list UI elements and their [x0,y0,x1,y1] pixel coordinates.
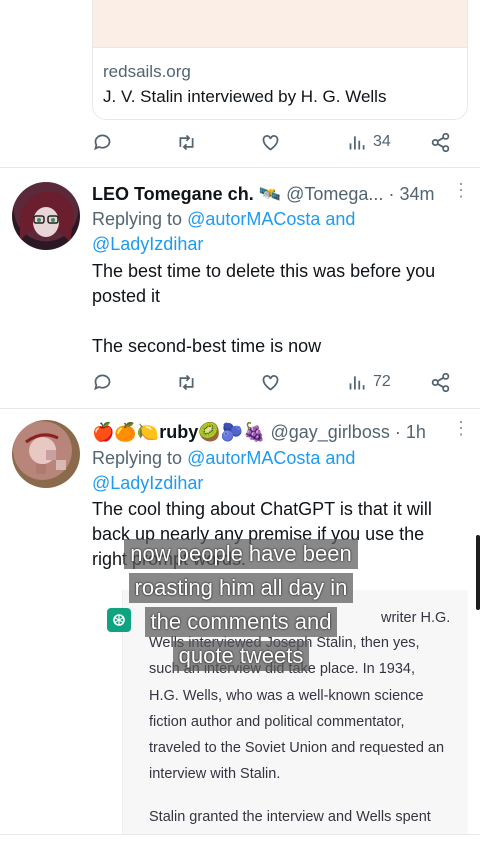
share-button[interactable] [430,370,451,394]
tweet-header: LEO Tomegane ch. 🛰️ @Tomega... · 34m [92,184,434,205]
views-icon [349,375,365,389]
screenshot-text-line: writer H.G. [381,610,451,626]
scrollbar-thumb[interactable] [476,535,480,610]
tweet-text-line: The second-best time is now [92,336,322,356]
heart-icon [262,374,279,391]
tweet-divider [0,408,480,409]
display-name[interactable]: LEO Tomegane ch. 🛰️ [92,184,281,204]
link-preview-card[interactable]: redsails.org J. V. Stalin interviewed by… [92,0,468,120]
mention-link[interactable]: @autorMACosta [187,448,320,468]
mention-link[interactable]: @LadyIzdihar [92,234,203,254]
video-caption: now people have been roasting him all da… [99,539,383,675]
reply-button[interactable] [92,370,113,394]
link-domain: redsails.org [103,62,191,81]
timestamp[interactable]: · 34m [388,184,434,204]
tweet-header: 🍎🍊🍋ruby🥝🫐🍇 @gay_girlboss · 1h [92,422,426,443]
avatar-illustration [25,433,66,474]
heart-icon [262,134,279,151]
replying-to: Replying to @autorMACosta and @LadyIzdiha… [92,446,462,496]
timestamp[interactable]: · 1h [395,422,426,442]
share-button[interactable] [430,130,451,154]
link-preview-image [93,0,467,48]
screenshot-text-line: Stalin granted the interview and Wells s… [149,809,431,825]
mention-link[interactable]: @autorMACosta [187,209,320,229]
tweet-text-line: The cool thing about ChatGPT is that it … [92,499,432,519]
caption-line: the comments and [144,607,338,637]
replying-to: Replying to @autorMACosta and @LadyIzdiha… [92,207,462,257]
mention-link[interactable]: @LadyIzdihar [92,473,203,493]
views-icon [349,135,365,149]
screenshot-text-line: traveled to the Soviet Union and request… [149,740,445,756]
more-icon[interactable]: ⋮ [452,418,470,439]
share-icon [431,132,450,152]
screenshot-text-line: fiction author and political commentator… [149,714,405,730]
display-name[interactable]: 🍎🍊🍋ruby🥝🫐🍇 [92,422,265,442]
bottom-bar [0,834,480,854]
views-count: 34 [373,133,391,150]
tweet-divider [0,167,480,168]
screenshot-text-line: H.G. Wells, who was a well-known science [149,688,424,704]
like-button[interactable] [260,130,281,154]
tweet-text-line: posted it [92,286,161,306]
replying-to-label: Replying to [92,448,188,468]
retweet-button[interactable] [176,370,197,394]
link-title: J. V. Stalin interviewed by H. G. Wells [103,87,387,106]
mention-and: and [320,209,356,229]
more-icon[interactable]: ⋮ [452,180,470,201]
user-handle[interactable]: @Tomega... [286,184,383,204]
like-button[interactable] [260,370,281,394]
tweet-actions: 72 [92,370,462,394]
retweet-icon [179,374,194,390]
views-button[interactable]: 34 [347,130,391,154]
tweet-text: The best time to delete this was before … [92,259,462,359]
reply-icon [94,374,111,390]
views-button[interactable]: 72 [347,370,391,394]
caption-line: roasting him all day in [128,573,354,603]
avatar[interactable] [12,182,80,250]
caption-line: now people have been [124,539,358,569]
replying-to-label: Replying to [92,209,188,229]
avatar-illustration [20,191,74,242]
caption-line: quote tweets [172,641,310,671]
views-count: 72 [373,373,391,390]
avatar[interactable] [12,420,80,488]
reply-icon [94,134,111,150]
mention-and: and [320,448,356,468]
reply-button[interactable] [92,130,113,154]
share-icon [431,372,450,392]
tweet-actions: 34 [92,130,462,154]
retweet-icon [179,134,194,150]
user-handle[interactable]: @gay_girlboss [271,422,390,442]
tweet-text-line: The best time to delete this was before … [92,261,436,281]
screenshot-text-line: interview with Stalin. [149,766,281,782]
retweet-button[interactable] [176,130,197,154]
